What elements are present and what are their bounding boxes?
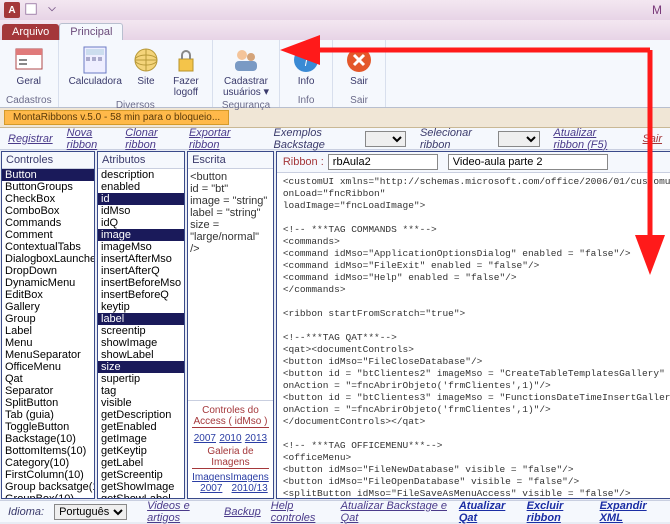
red-arrow-annotation: [0, 0, 670, 507]
backup-link[interactable]: Backup: [224, 506, 261, 518]
idioma-label: Idioma:: [8, 506, 44, 518]
